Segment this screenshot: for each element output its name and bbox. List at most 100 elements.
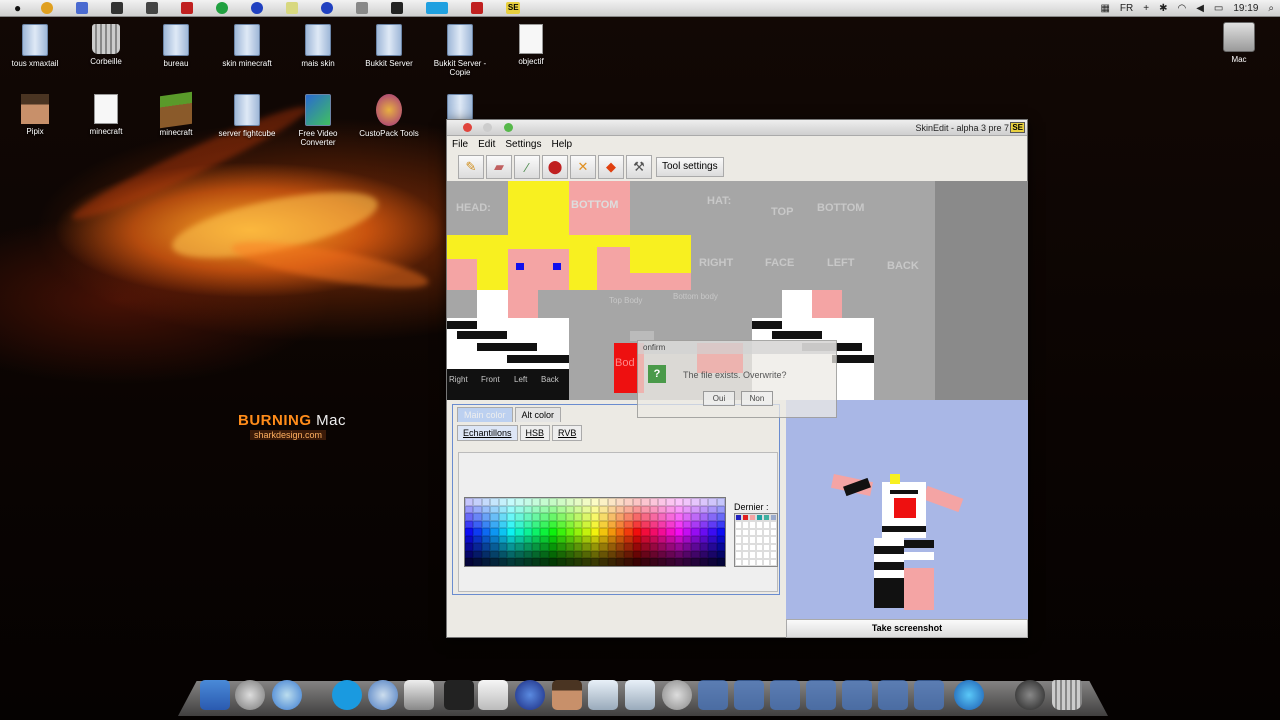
recent-swatch[interactable] bbox=[742, 558, 749, 566]
color-swatch[interactable] bbox=[465, 505, 474, 514]
recent-swatch[interactable] bbox=[763, 514, 770, 522]
color-swatch[interactable] bbox=[683, 558, 692, 566]
recent-swatch[interactable] bbox=[763, 521, 770, 529]
color-swatch[interactable] bbox=[657, 520, 667, 529]
recent-swatch[interactable] bbox=[756, 528, 763, 537]
color-swatch[interactable] bbox=[490, 535, 499, 544]
color-swatch[interactable] bbox=[515, 520, 524, 529]
color-swatch[interactable] bbox=[666, 520, 675, 529]
color-swatch[interactable] bbox=[506, 520, 516, 529]
color-swatch[interactable] bbox=[523, 535, 533, 544]
color-swatch[interactable] bbox=[473, 535, 482, 544]
color-swatch[interactable] bbox=[708, 535, 717, 544]
media-player-icon[interactable] bbox=[368, 680, 398, 710]
game-icon[interactable] bbox=[391, 2, 404, 14]
color-swatch[interactable] bbox=[615, 498, 625, 506]
color-swatch[interactable] bbox=[599, 505, 608, 514]
color-swatch[interactable] bbox=[649, 505, 658, 514]
desktop-icon-objectif[interactable]: objectif bbox=[496, 24, 566, 66]
color-swatch[interactable] bbox=[548, 513, 558, 521]
color-swatch[interactable] bbox=[716, 550, 725, 559]
color-swatch[interactable] bbox=[607, 550, 616, 559]
color-swatch[interactable] bbox=[565, 520, 575, 529]
color-swatch[interactable] bbox=[674, 520, 684, 529]
recent-swatch[interactable] bbox=[770, 543, 777, 552]
color-swatch[interactable] bbox=[708, 505, 717, 514]
color-swatch[interactable] bbox=[465, 558, 474, 566]
color-swatch[interactable] bbox=[649, 498, 658, 506]
color-swatch[interactable] bbox=[481, 535, 491, 544]
color-swatch[interactable] bbox=[607, 528, 616, 536]
tab-hsb[interactable]: HSB bbox=[519, 425, 551, 441]
color-swatch[interactable] bbox=[506, 505, 516, 514]
color-swatch[interactable] bbox=[548, 558, 558, 566]
color-swatch[interactable] bbox=[540, 535, 549, 544]
color-swatch[interactable] bbox=[548, 550, 558, 559]
recent-swatch[interactable] bbox=[770, 528, 777, 537]
color-swatch[interactable] bbox=[473, 558, 482, 566]
color-swatch[interactable] bbox=[473, 513, 482, 521]
color-swatch[interactable] bbox=[691, 550, 700, 559]
color-swatch[interactable] bbox=[582, 513, 591, 521]
color-swatch[interactable] bbox=[691, 528, 700, 536]
color-swatch[interactable] bbox=[666, 513, 675, 521]
itunes-icon[interactable] bbox=[954, 680, 984, 710]
color-swatch[interactable] bbox=[465, 550, 474, 559]
color-swatch[interactable] bbox=[599, 558, 608, 566]
folder-icon[interactable] bbox=[698, 680, 728, 710]
color-swatch[interactable] bbox=[683, 513, 692, 521]
menu-help[interactable]: Help bbox=[552, 139, 573, 150]
color-swatch[interactable] bbox=[599, 535, 608, 544]
desktop-icon-skin-minecraft[interactable]: skin minecraft bbox=[212, 24, 282, 68]
wifi-icon[interactable]: ◠ bbox=[1177, 3, 1186, 14]
color-swatch[interactable] bbox=[498, 505, 507, 514]
dashboard-icon[interactable] bbox=[1015, 680, 1045, 710]
color-swatch[interactable] bbox=[515, 498, 524, 506]
recent-swatch[interactable] bbox=[756, 514, 763, 522]
app-icon[interactable] bbox=[404, 680, 434, 710]
desktop-icon-mac[interactable]: Mac bbox=[1222, 22, 1256, 64]
recent-swatch[interactable] bbox=[770, 521, 777, 529]
recent-swatch[interactable] bbox=[742, 514, 749, 522]
color-swatch[interactable] bbox=[540, 505, 549, 514]
pencil-icon[interactable]: ✎ bbox=[458, 155, 484, 179]
color-swatch[interactable] bbox=[632, 520, 642, 529]
folder-icon[interactable] bbox=[842, 680, 872, 710]
color-swatch[interactable] bbox=[498, 498, 507, 506]
tab-rvb[interactable]: RVB bbox=[552, 425, 583, 441]
color-swatch[interactable] bbox=[691, 543, 700, 551]
app-icon[interactable] bbox=[444, 680, 474, 710]
color-swatch[interactable] bbox=[624, 543, 633, 551]
color-swatch[interactable] bbox=[515, 535, 524, 544]
color-swatch[interactable] bbox=[691, 558, 700, 566]
color-swatch[interactable] bbox=[481, 558, 491, 566]
app-icon[interactable] bbox=[216, 2, 229, 14]
color-swatch[interactable] bbox=[708, 528, 717, 536]
color-swatch[interactable] bbox=[515, 505, 524, 514]
color-swatch[interactable] bbox=[657, 528, 667, 536]
color-swatch[interactable] bbox=[574, 505, 583, 514]
color-swatch[interactable] bbox=[624, 558, 633, 566]
color-swatch[interactable] bbox=[498, 513, 507, 521]
recent-swatch[interactable] bbox=[756, 536, 763, 544]
recent-swatch[interactable] bbox=[770, 551, 777, 559]
color-swatch[interactable] bbox=[532, 550, 541, 559]
folder-icon[interactable] bbox=[878, 680, 908, 710]
battery-icon[interactable]: ▭ bbox=[1214, 3, 1223, 14]
app-icon[interactable] bbox=[356, 2, 369, 14]
color-swatch[interactable] bbox=[683, 528, 692, 536]
color-swatch[interactable] bbox=[523, 550, 533, 559]
color-swatch[interactable] bbox=[473, 498, 482, 506]
color-swatch[interactable] bbox=[590, 513, 600, 521]
eyedropper-icon[interactable]: ⁄ bbox=[514, 155, 540, 179]
color-swatch[interactable] bbox=[540, 498, 549, 506]
recent-swatch[interactable] bbox=[756, 558, 763, 566]
color-swatch[interactable] bbox=[574, 520, 583, 529]
recent-swatch[interactable] bbox=[756, 543, 763, 552]
window-titlebar[interactable]: SkinEdit - alpha 3 pre 7 SE bbox=[447, 120, 1027, 136]
color-swatch[interactable] bbox=[699, 535, 709, 544]
color-swatch[interactable] bbox=[490, 550, 499, 559]
grid-icon[interactable]: ▦ bbox=[1100, 3, 1109, 14]
color-swatch[interactable] bbox=[515, 528, 524, 536]
replace-icon[interactable]: ✕ bbox=[570, 155, 596, 179]
